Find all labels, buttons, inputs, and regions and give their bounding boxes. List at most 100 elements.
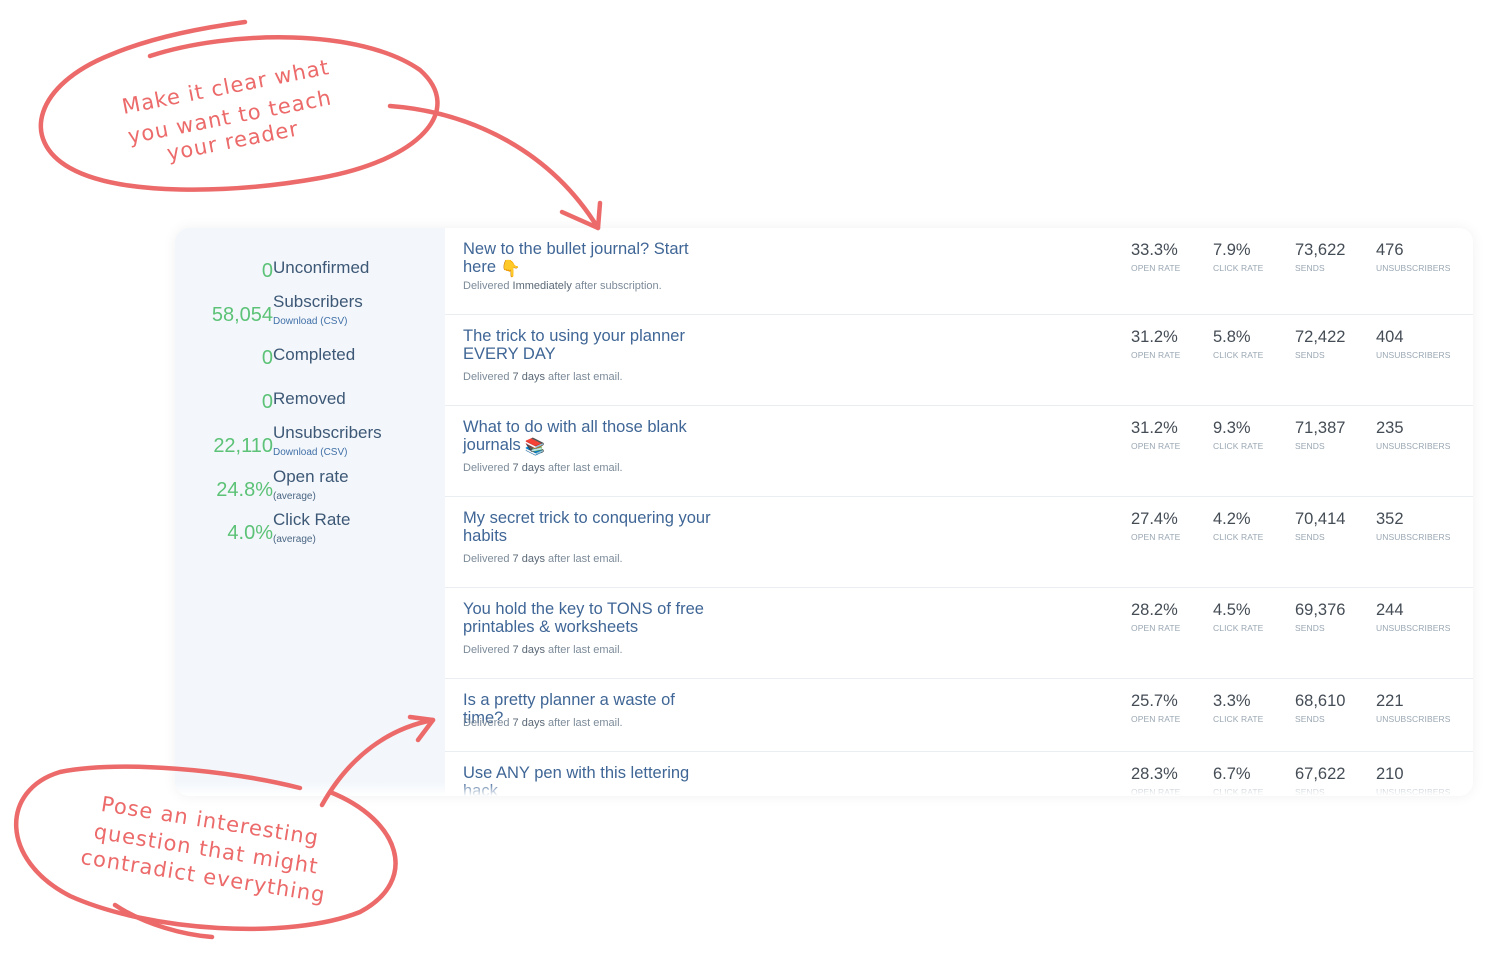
delivery-suffix: after last email. [548, 717, 623, 729]
metric-open-value: 33.3% [1131, 241, 1178, 259]
email-delivery-note: Delivered 7 days after last email. [463, 717, 623, 729]
metric-open: 25.7% OPEN RATE [1131, 692, 1180, 724]
metric-unsub-label: UNSUBSCRIBERS [1376, 714, 1451, 724]
unsubscribers-download-link[interactable]: Download (CSV) [273, 447, 347, 458]
metric-open-label: OPEN RATE [1131, 714, 1181, 724]
email-title[interactable]: New to the bullet journal? Start here 👇 [463, 240, 718, 278]
email-row[interactable]: New to the bullet journal? Start here 👇 De… [445, 228, 1473, 315]
email-title[interactable]: What to do with all those blank journals… [463, 418, 718, 456]
metric-unsub-value: 235 [1376, 419, 1404, 437]
stat-click-rate-value: 4.0% [227, 522, 273, 544]
stat-unconfirmed-label: Unconfirmed [273, 258, 370, 277]
metric-sends-label: SENDS [1295, 441, 1325, 451]
metric-sends-value: 72,422 [1295, 328, 1346, 346]
metric-unsub: 404 UNSUBSCRIBERS [1376, 328, 1451, 360]
email-title[interactable]: You hold the key to TONS of free printab… [463, 600, 718, 636]
email-title-emoji-icon: 📚 [524, 438, 546, 456]
metric-click-value: 4.2% [1213, 510, 1251, 528]
scroll-fade [175, 782, 1473, 796]
email-row[interactable]: My secret trick to conquering your habit… [445, 497, 1473, 588]
email-delivery-note: Delivered 7 days after last email. [463, 644, 623, 656]
email-title-emoji-icon: 👇 [500, 260, 521, 278]
metric-open-value: 25.7% [1131, 692, 1178, 710]
metric-sends: 73,622 SENDS [1295, 241, 1345, 273]
email-delivery-note: Delivered 7 days after last email. [463, 462, 623, 474]
metric-open-label: OPEN RATE [1131, 263, 1181, 273]
metric-open: 33.3% OPEN RATE [1131, 241, 1180, 273]
top-annotation-loop [38, 19, 440, 192]
metric-click-label: CLICK RATE [1213, 623, 1264, 633]
email-title-text[interactable]: You hold the key to TONS of free printab… [463, 600, 704, 636]
email-row[interactable]: You hold the key to TONS of free printab… [445, 588, 1473, 679]
metric-unsub-value: 404 [1376, 328, 1404, 346]
metric-open: 28.2% OPEN RATE [1131, 601, 1180, 633]
delivery-timing: 7 days [512, 371, 545, 383]
subscribers-download-link[interactable]: Download (CSV) [273, 316, 347, 327]
metric-sends-value: 73,622 [1295, 241, 1346, 259]
email-row[interactable]: The trick to using your planner EVERY DA… [445, 315, 1473, 406]
metric-click-label: CLICK RATE [1213, 441, 1264, 451]
metric-click-value: 4.5% [1213, 601, 1251, 619]
delivery-timing: 7 days [512, 553, 545, 565]
delivery-timing: 7 days [512, 462, 545, 474]
stat-unconfirmed-value: 0 [261, 260, 273, 282]
stat-subscribers-value: 58,054 [211, 304, 273, 326]
email-delivery-note: Delivered 7 days after last email. [463, 553, 623, 565]
metric-sends: 72,422 SENDS [1295, 328, 1345, 360]
metric-open-value: 31.2% [1131, 419, 1178, 437]
email-row[interactable]: What to do with all those blank journals… [445, 406, 1473, 497]
stat-subscribers-label: Subscribers [273, 292, 363, 311]
metric-open-label: OPEN RATE [1131, 623, 1181, 633]
email-title-text[interactable]: What to do with all those blank journals [463, 418, 687, 454]
email-title[interactable]: My secret trick to conquering your habit… [463, 509, 718, 545]
top-annotation-line-3: your reader [165, 116, 301, 165]
delivery-suffix: after last email. [548, 371, 623, 383]
stat-unsubscribers-value: 22,110 [213, 435, 273, 457]
metric-click-value: 9.3% [1213, 419, 1251, 437]
delivery-timing: 7 days [512, 717, 545, 729]
top-annotation-arrow-head [559, 200, 603, 231]
delivery-prefix: Delivered [463, 644, 510, 656]
metric-click-value: 3.3% [1213, 692, 1251, 710]
metric-unsub: 221 UNSUBSCRIBERS [1376, 692, 1451, 724]
metric-open-label: OPEN RATE [1131, 350, 1181, 360]
metric-sends-label: SENDS [1295, 263, 1325, 273]
stat-click-rate-label: Click Rate [273, 510, 351, 529]
email-title-text[interactable]: New to the bullet journal? Start here [463, 240, 689, 276]
metric-sends-label: SENDS [1295, 532, 1325, 542]
metric-click-value: 7.9% [1213, 241, 1251, 259]
stat-open-rate-value: 24.8% [216, 479, 273, 501]
metric-open: 31.2% OPEN RATE [1131, 328, 1180, 360]
sequence-stats-card: 0 Unconfirmed 58,054 Subscribers Downloa… [175, 228, 1473, 796]
delivery-suffix: after last email. [548, 644, 623, 656]
stat-open-rate-note: (average) [273, 491, 316, 502]
metric-open-label: OPEN RATE [1131, 532, 1181, 542]
delivery-timing: Immediately [512, 280, 572, 292]
delivery-prefix: Delivered [463, 371, 510, 383]
delivery-prefix: Delivered [463, 553, 510, 565]
metric-sends-value: 68,610 [1295, 692, 1346, 710]
delivery-suffix: after last email. [548, 462, 623, 474]
metric-open-value: 28.2% [1131, 601, 1178, 619]
metric-unsub-value: 476 [1376, 241, 1404, 259]
metric-sends: 70,414 SENDS [1295, 510, 1345, 542]
email-title-text[interactable]: My secret trick to conquering your habit… [463, 509, 711, 545]
metric-unsub: 235 UNSUBSCRIBERS [1376, 419, 1451, 451]
metric-sends-value: 71,387 [1295, 419, 1346, 437]
metric-unsub: 244 UNSUBSCRIBERS [1376, 601, 1451, 633]
email-title-text[interactable]: The trick to using your planner EVERY DA… [463, 327, 685, 363]
email-title[interactable]: The trick to using your planner EVERY DA… [463, 327, 718, 363]
top-annotation-arrow-line [387, 103, 601, 231]
delivery-prefix: Delivered [463, 462, 510, 474]
bottom-annotation-line-1: Pose an interesting [100, 792, 321, 850]
stat-removed-value: 0 [261, 391, 273, 413]
email-row[interactable]: Is a pretty planner a waste of time? Deli… [445, 679, 1473, 752]
metric-click: 9.3% CLICK RATE [1213, 419, 1263, 451]
stat-click-rate-note: (average) [273, 534, 316, 545]
delivery-prefix: Delivered [463, 717, 510, 729]
metric-click-value: 5.8% [1213, 328, 1251, 346]
metric-click: 3.3% CLICK RATE [1213, 692, 1263, 724]
top-annotation-line-2: you want to teach [126, 85, 334, 148]
metric-click-label: CLICK RATE [1213, 350, 1264, 360]
stat-completed-value: 0 [261, 347, 273, 369]
